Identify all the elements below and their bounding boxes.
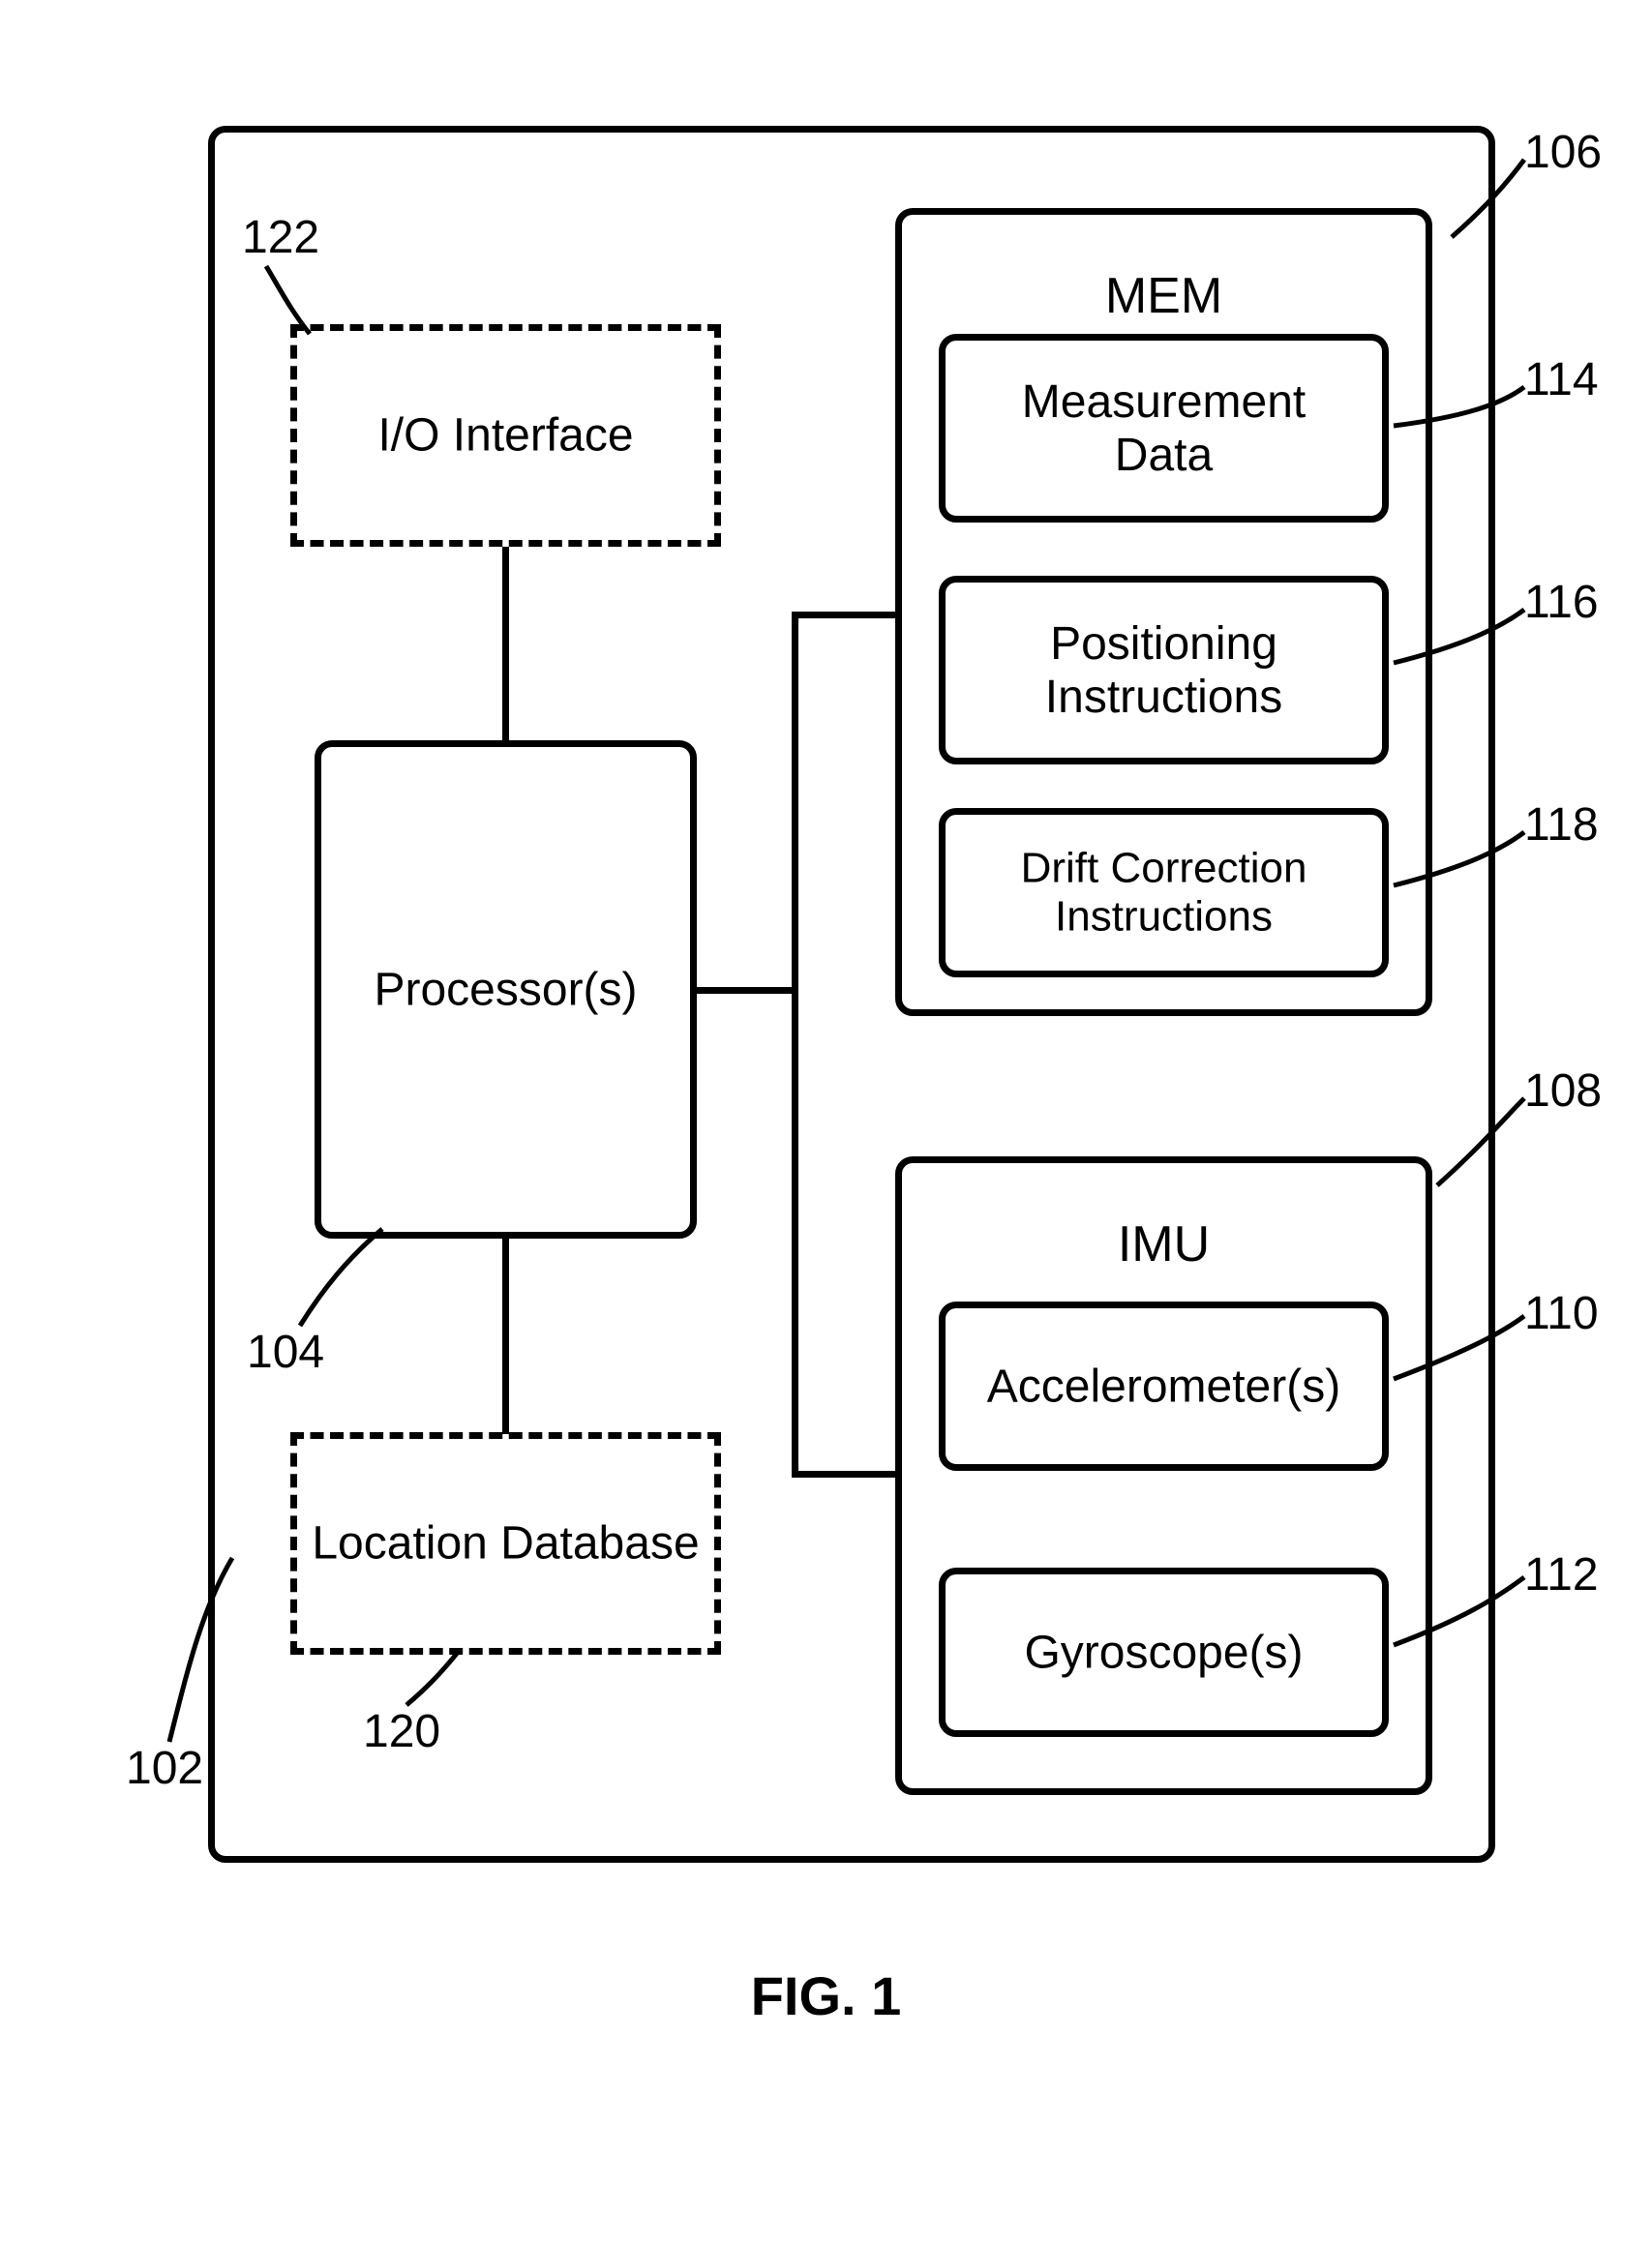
ref-106: 106 bbox=[1524, 126, 1602, 179]
figure-label: FIG. 1 bbox=[751, 1964, 902, 2027]
ref-122: 122 bbox=[242, 211, 319, 264]
page: Processor(s) I/O Interface Location Data… bbox=[0, 0, 1652, 2245]
ref-104: 104 bbox=[247, 1326, 324, 1379]
ref-110: 110 bbox=[1524, 1287, 1599, 1340]
ref-118: 118 bbox=[1524, 798, 1599, 852]
ref-120: 120 bbox=[363, 1705, 440, 1758]
ref-108: 108 bbox=[1524, 1064, 1602, 1118]
ref-116: 116 bbox=[1524, 576, 1599, 629]
leaders bbox=[0, 0, 1652, 2245]
ref-114: 114 bbox=[1524, 353, 1599, 406]
ref-112: 112 bbox=[1524, 1548, 1599, 1601]
ref-102: 102 bbox=[126, 1742, 203, 1795]
